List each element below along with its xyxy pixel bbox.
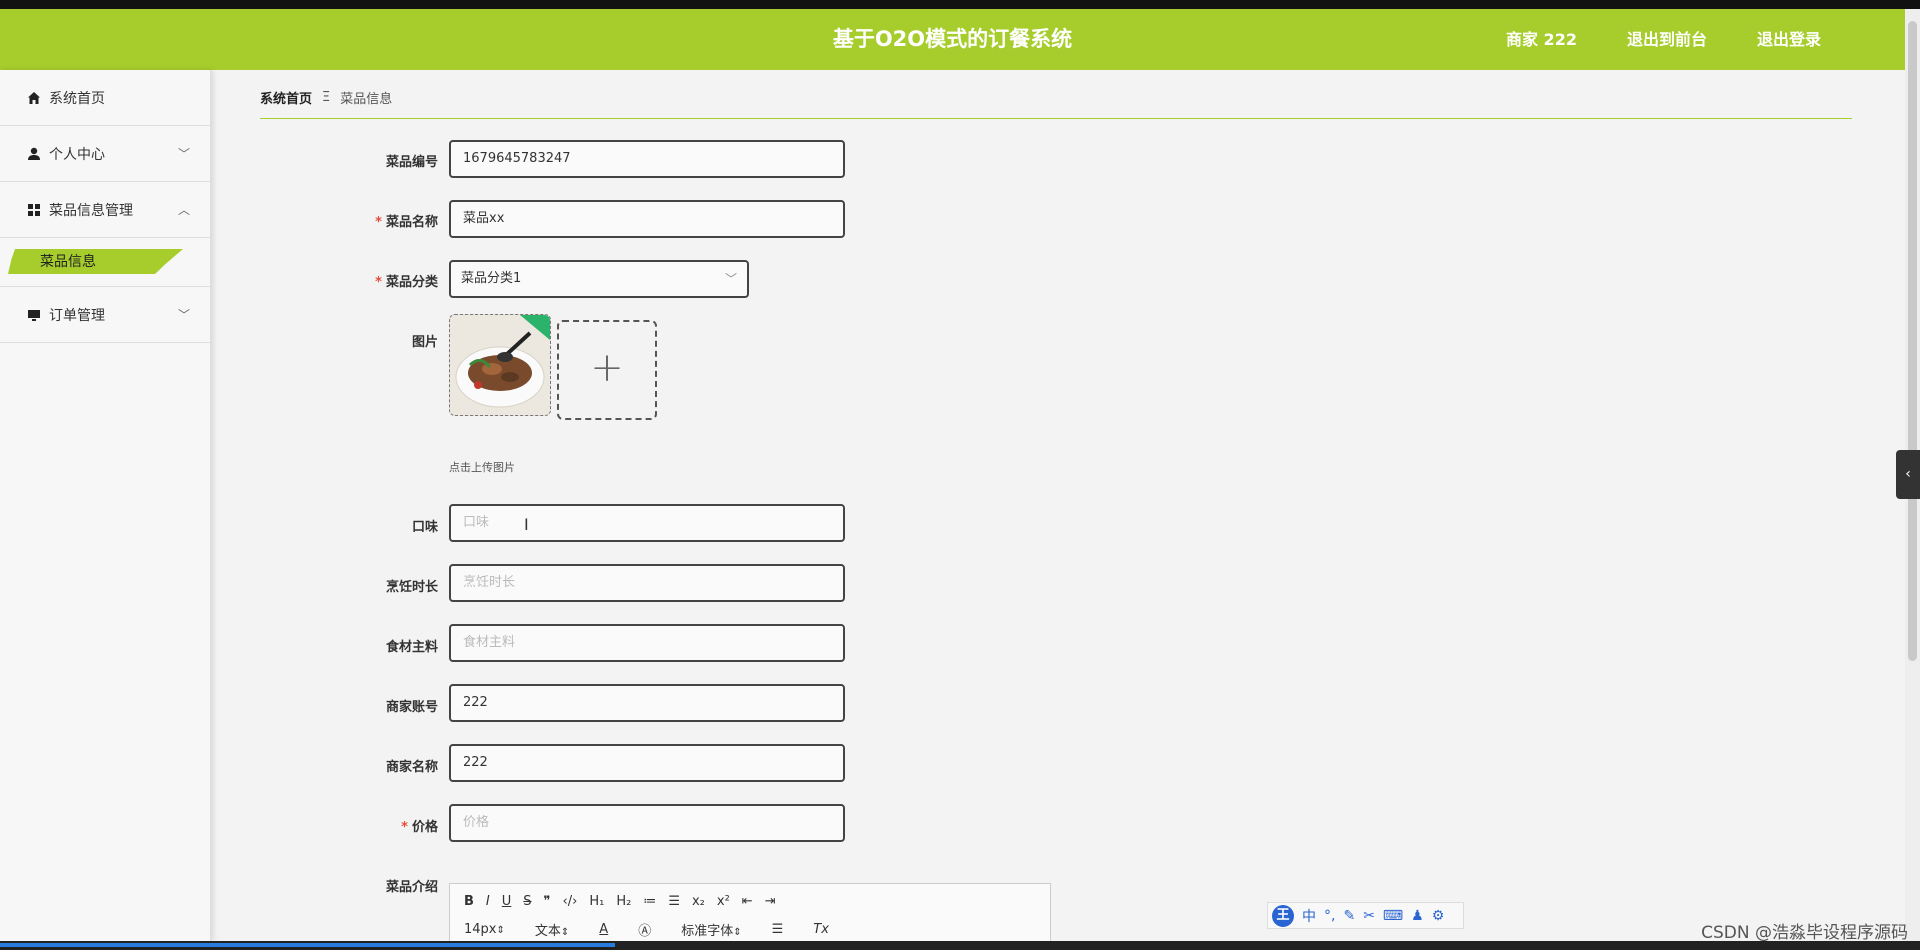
merchant-account-field[interactable]: 222: [449, 684, 845, 722]
breadcrumb-home[interactable]: 系统首页: [260, 88, 312, 107]
font-family-select[interactable]: 标准字体⇕: [681, 920, 741, 939]
clear-format-icon[interactable]: Tx: [813, 922, 829, 937]
watermark: CSDN @浩淼毕设程序源码: [1701, 923, 1908, 943]
monitor-icon: [26, 308, 42, 322]
back-to-front-link[interactable]: 退出到前台: [1627, 9, 1707, 70]
collapse-panel-button[interactable]: ‹: [1896, 450, 1920, 499]
chevron-down-icon: ﹀: [724, 272, 737, 286]
superscript-button[interactable]: x²: [717, 894, 730, 909]
keyboard-icon[interactable]: ⌨: [1383, 908, 1403, 924]
sidebar-item-order-management[interactable]: 订单管理 ﹀: [0, 287, 210, 343]
taste-field[interactable]: 口味: [449, 504, 845, 542]
font-size-select[interactable]: 14px⇕: [464, 922, 505, 937]
breadcrumb-current: 菜品信息: [340, 92, 393, 107]
sidebar-item-personal-center[interactable]: 个人中心 ﹀: [0, 126, 210, 182]
user-icon: [26, 147, 42, 161]
upload-tip: 点击上传图片: [449, 461, 515, 474]
dish-name-field[interactable]: 菜品xx: [449, 200, 845, 238]
sidebar-item-home[interactable]: 系统首页: [0, 70, 210, 126]
h1-button[interactable]: H₁: [589, 894, 604, 909]
chevron-left-icon: ‹: [1905, 466, 1911, 482]
breadcrumb-divider: [260, 118, 1852, 119]
outdent-button[interactable]: ⇤: [742, 894, 753, 909]
breadcrumb: 系统首页 Ξ 菜品信息: [260, 88, 392, 107]
sidebar-item-dish-management[interactable]: 菜品信息管理 ︿: [0, 182, 210, 238]
taste-label: 口味: [411, 520, 438, 535]
category-select[interactable]: 菜品分类1 ﹀: [449, 260, 749, 298]
ordered-list-button[interactable]: ≔: [643, 894, 656, 909]
code-button[interactable]: ‹/›: [563, 894, 578, 909]
bullet-list-button[interactable]: ☰: [668, 894, 680, 909]
subscript-button[interactable]: x₂: [692, 894, 705, 909]
grid-icon: [26, 203, 42, 217]
image-label: 图片: [411, 335, 438, 350]
category-selected-value: 菜品分类1: [461, 271, 522, 286]
punctuation-icon[interactable]: °,: [1324, 908, 1335, 924]
text-color-icon[interactable]: A: [599, 922, 608, 937]
chevron-down-icon: ﹀: [177, 147, 190, 161]
sidebar-item-label: 订单管理: [49, 307, 105, 324]
price-label: * 价格: [401, 820, 438, 835]
scrollbar-thumb[interactable]: [1908, 21, 1917, 661]
sidebar-item-label: 菜品信息: [40, 254, 96, 270]
chevron-down-icon: ﹀: [177, 308, 190, 322]
text-style-select[interactable]: 文本⇕: [535, 920, 569, 939]
rich-text-editor[interactable]: B I U S ❞ ‹/› H₁ H₂ ≔ ☰ x₂ x² ⇤ ⇥ 14px⇕ …: [449, 883, 1051, 945]
dish-no-field[interactable]: 1679645783247: [449, 140, 845, 178]
bold-button[interactable]: B: [464, 894, 474, 909]
background-color-icon[interactable]: Ⓐ: [638, 920, 651, 939]
ingredients-label: 食材主料: [385, 640, 438, 655]
ime-logo-icon: 王: [1272, 904, 1294, 927]
sidebar: 系统首页 个人中心 ﹀ 菜品信息管理 ︿ 菜品信息 订单管理 ﹀: [0, 70, 211, 941]
skin-icon[interactable]: ♟: [1411, 908, 1424, 924]
pen-icon[interactable]: ✎: [1343, 908, 1355, 924]
image-upload-button[interactable]: +: [557, 320, 657, 420]
dish-image-thumbnail[interactable]: [449, 314, 551, 416]
sidebar-subitem-dish-info[interactable]: 菜品信息: [0, 238, 210, 287]
sidebar-item-label: 系统首页: [49, 90, 105, 107]
settings-gear-icon[interactable]: ⚙: [1432, 908, 1445, 924]
header-nav: 商家 222 退出到前台 退出登录: [1506, 9, 1821, 70]
price-field[interactable]: 价格: [449, 804, 845, 842]
editor-toolbar-row: 14px⇕ 文本⇕ A Ⓐ 标准字体⇕ ☰ Tx: [464, 920, 829, 939]
quote-button[interactable]: ❞: [544, 894, 551, 909]
dish-no-label: 菜品编号: [385, 155, 438, 170]
plus-icon: +: [590, 345, 624, 391]
underline-button[interactable]: U: [502, 894, 512, 909]
sidebar-item-label: 菜品信息管理: [49, 202, 133, 219]
sidebar-item-label: 个人中心: [49, 146, 105, 163]
bottom-bar: [0, 941, 1920, 950]
required-mark: *: [401, 820, 408, 835]
scissors-icon[interactable]: ✂: [1363, 908, 1375, 924]
strike-button[interactable]: S: [523, 894, 531, 909]
merchant-name-label: 商家名称: [385, 760, 438, 775]
required-mark: *: [375, 215, 382, 230]
intro-label: 菜品介绍: [385, 880, 438, 895]
editor-toolbar-row: B I U S ❞ ‹/› H₁ H₂ ≔ ☰ x₂ x² ⇤ ⇥: [464, 894, 776, 909]
logout-link[interactable]: 退出登录: [1757, 9, 1821, 70]
cook-time-field[interactable]: 烹饪时长: [449, 564, 845, 602]
merchant-name-field[interactable]: 222: [449, 744, 845, 782]
align-icon[interactable]: ☰: [772, 922, 784, 937]
category-label: * 菜品分类: [375, 275, 438, 290]
merchant-account-label: 商家账号: [385, 700, 438, 715]
top-strip: [0, 0, 1920, 9]
ime-toolbar[interactable]: 王 中 °, ✎ ✂ ⌨ ♟ ⚙: [1267, 902, 1464, 929]
italic-button[interactable]: I: [486, 894, 490, 909]
h2-button[interactable]: H₂: [616, 894, 631, 909]
ime-mode-button[interactable]: 中: [1302, 906, 1316, 926]
progress-bar: [0, 943, 615, 947]
chevron-up-icon: ︿: [177, 203, 190, 217]
cook-time-label: 烹饪时长: [385, 580, 438, 595]
merchant-link[interactable]: 商家 222: [1506, 9, 1577, 70]
text-cursor-icon: Ι: [524, 515, 529, 534]
breadcrumb-separator: Ξ: [322, 90, 331, 105]
indent-button[interactable]: ⇥: [765, 894, 776, 909]
home-icon: [26, 91, 42, 105]
dish-name-label: * 菜品名称: [375, 215, 438, 230]
ingredients-field[interactable]: 食材主料: [449, 624, 845, 662]
app-header: 基于O2O模式的订餐系统 商家 222 退出到前台 退出登录: [0, 9, 1905, 70]
required-mark: *: [375, 275, 382, 290]
